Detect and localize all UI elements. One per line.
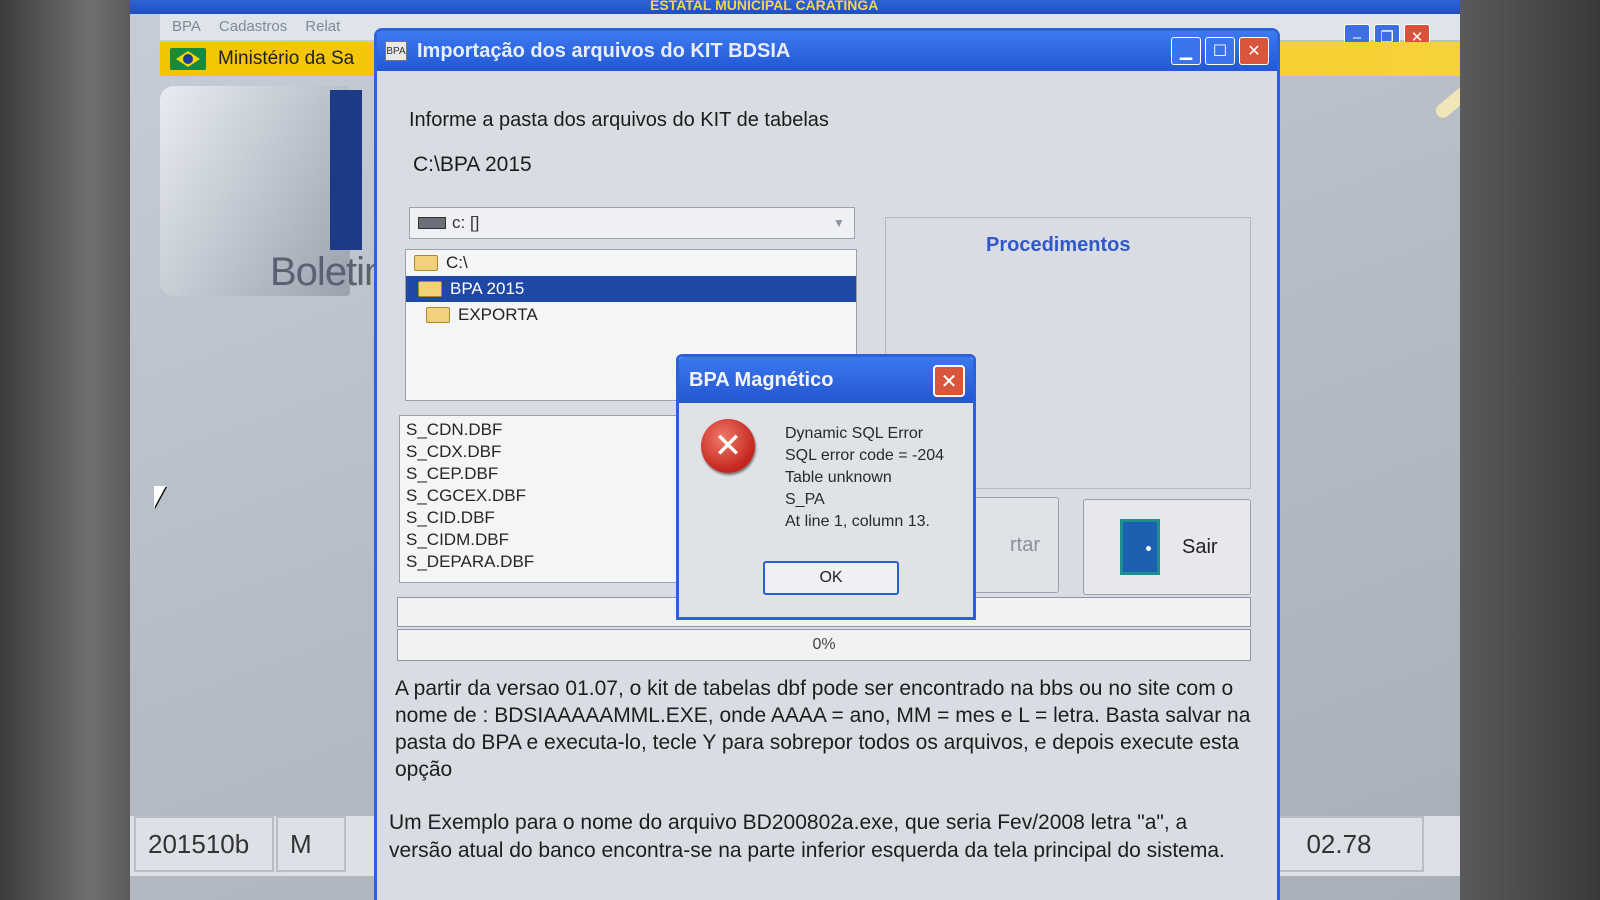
file-item[interactable]: S_CID.DBF — [400, 508, 698, 530]
menu-relatorios[interactable]: Relat — [305, 18, 340, 36]
file-item[interactable]: S_CEP.DBF — [400, 464, 698, 486]
close-icon[interactable]: ✕ — [933, 365, 965, 397]
error-line: SQL error code = -204 — [785, 447, 945, 464]
error-box-title: BPA Magnético — [689, 368, 834, 391]
main-window-title: ESTATAL MUNICIPAL CARATINGA — [650, 0, 879, 13]
directory-item[interactable]: C:\ — [406, 250, 856, 276]
ok-button[interactable]: OK — [763, 561, 899, 595]
progress-label: 0% — [812, 636, 836, 653]
file-list[interactable]: S_CDN.DBF S_CDX.DBF S_CEP.DBF S_CGCEX.DB… — [399, 415, 699, 583]
main-window-titlebar: ESTATAL MUNICIPAL CARATINGA — [130, 0, 1460, 14]
menu-cadastros[interactable]: Cadastros — [219, 18, 287, 36]
file-item[interactable]: S_CIDM.DBF — [400, 530, 698, 552]
monitor-bezel-right — [1460, 0, 1600, 900]
menu-bpa[interactable]: BPA — [172, 18, 201, 36]
door-exit-icon — [1120, 519, 1160, 575]
file-item[interactable]: S_CDX.DBF — [400, 442, 698, 464]
desktop-screen: ESTATAL MUNICIPAL CARATINGA BPA Cadastro… — [130, 0, 1460, 900]
file-item[interactable]: S_CDN.DBF — [400, 420, 698, 442]
directory-label: BPA 2015 — [450, 279, 525, 298]
directory-item-selected[interactable]: BPA 2015 — [406, 276, 856, 302]
file-item[interactable]: S_CGCEX.DBF — [400, 486, 698, 508]
directory-label: EXPORTA — [458, 305, 538, 324]
brazil-flag-icon — [170, 48, 206, 70]
close-icon[interactable]: ✕ — [1239, 37, 1269, 65]
monitor-bezel-left — [0, 0, 130, 900]
error-message: Dynamic SQL Error SQL error code = -204 … — [785, 423, 944, 533]
help-paragraph-1: A partir da versao 01.07, o kit de tabel… — [395, 677, 1251, 781]
drive-icon — [418, 217, 446, 229]
directory-label: C:\ — [446, 253, 468, 272]
book-spine — [330, 90, 362, 250]
status-mode: M — [276, 816, 346, 872]
procedures-label: Procedimentos — [986, 234, 1131, 256]
total-progress-bar: 0% — [397, 629, 1251, 661]
file-item[interactable]: S_DEPARA.DBF — [400, 552, 698, 574]
ministerio-label: Ministério da Sa — [218, 48, 355, 69]
mouse-cursor-icon — [154, 486, 166, 508]
maximize-icon[interactable]: ☐ — [1205, 37, 1235, 65]
error-line: At line 1, column 13. — [785, 513, 930, 530]
selected-path: C:\BPA 2015 — [413, 153, 532, 176]
open-folder-icon — [414, 255, 438, 271]
error-message-box: BPA Magnético ✕ ✕ Dynamic SQL Error SQL … — [676, 354, 976, 620]
error-line: Dynamic SQL Error — [785, 425, 924, 442]
folder-instruction: Informe a pasta dos arquivos do KIT de t… — [409, 109, 829, 131]
import-dialog-controls: ▁ ☐ ✕ — [1171, 37, 1269, 65]
directory-item[interactable]: EXPORTA — [406, 302, 856, 328]
error-line: Table unknown — [785, 469, 892, 486]
app-icon: BPA — [385, 41, 407, 61]
error-box-titlebar[interactable]: BPA Magnético — [679, 357, 973, 403]
error-line: S_PA — [785, 491, 825, 508]
exit-button[interactable]: Sair — [1083, 499, 1251, 595]
help-paragraph-2: Um Exemplo para o nome do arquivo BD2008… — [389, 811, 1225, 862]
drive-value: c: [] — [452, 213, 480, 232]
status-version: 201510b — [134, 816, 274, 872]
minimize-icon[interactable]: ▁ — [1171, 37, 1201, 65]
import-dialog-title: Importação dos arquivos do KIT BDSIA — [417, 39, 791, 62]
exit-label: Sair — [1182, 535, 1218, 558]
error-x-icon: ✕ — [701, 419, 755, 473]
import-dialog-titlebar[interactable]: BPA Importação dos arquivos do KIT BDSIA… — [377, 31, 1277, 71]
drive-select[interactable]: c: [] ▼ — [409, 207, 855, 239]
chevron-down-icon[interactable]: ▼ — [828, 212, 850, 234]
open-folder-icon — [418, 281, 442, 297]
folder-icon — [426, 307, 450, 323]
